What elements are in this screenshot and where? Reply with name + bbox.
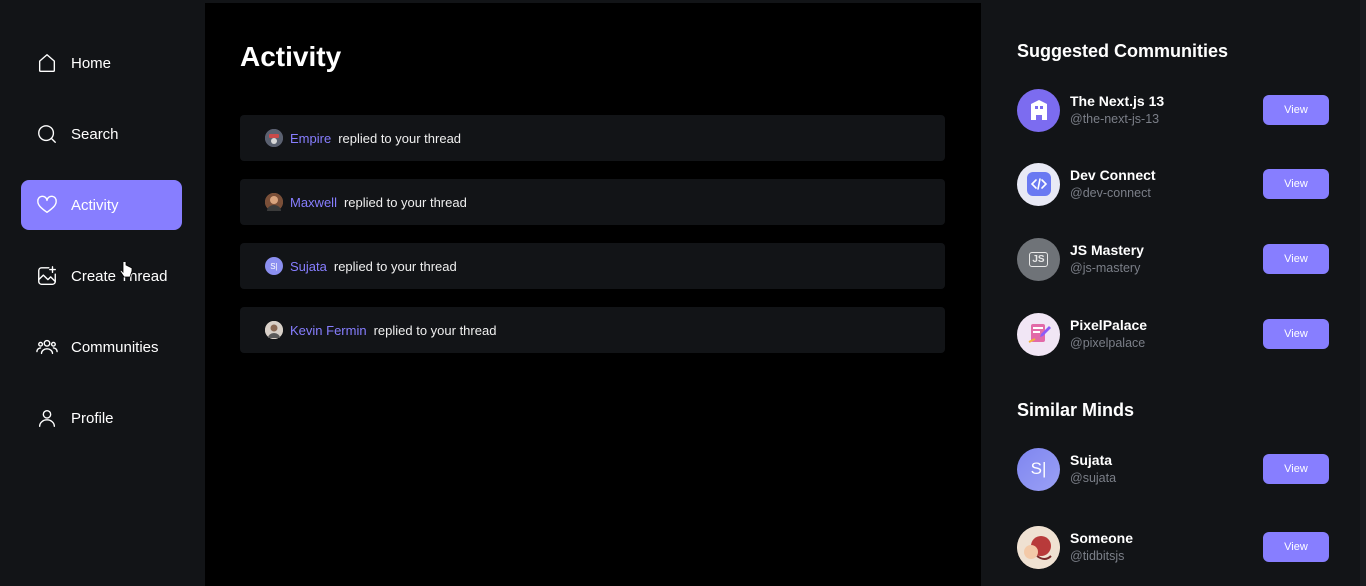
community-avatar-text: JS (1029, 251, 1048, 267)
avatar: S| (265, 257, 283, 275)
image-plus-icon (35, 264, 59, 288)
avatar (265, 129, 283, 147)
sidebar-item-search[interactable]: Search (21, 109, 182, 159)
community-name: JS Mastery (1070, 242, 1144, 258)
activity-item[interactable]: Maxwell replied to your thread (240, 179, 945, 225)
heart-icon (35, 193, 59, 217)
home-icon (35, 51, 59, 75)
community-card: Dev Connect @dev-connect View (1017, 162, 1329, 206)
view-button[interactable]: View (1263, 95, 1329, 125)
community-handle: @dev-connect (1070, 186, 1151, 200)
hand-cursor-icon (119, 262, 133, 278)
activity-author[interactable]: Maxwell (290, 195, 337, 210)
community-name: Dev Connect (1070, 167, 1156, 183)
community-handle: @the-next-js-13 (1070, 112, 1160, 126)
main-content: Activity Empire replied to your thread M… (205, 0, 981, 586)
community-card: JS JS Mastery @js-mastery View (1017, 237, 1329, 281)
sidebar-item-label: Activity (71, 196, 119, 214)
user-name: Someone (1070, 530, 1134, 546)
community-avatar (1017, 162, 1060, 206)
sidebar-item-communities[interactable]: Communities (21, 322, 182, 372)
activity-author[interactable]: Sujata (290, 259, 327, 274)
view-button[interactable]: View (1263, 532, 1329, 562)
scrollbar[interactable] (1360, 0, 1366, 586)
community-name: PixelPalace (1070, 317, 1148, 333)
view-button[interactable]: View (1263, 244, 1329, 274)
activity-item[interactable]: Empire replied to your thread (240, 115, 945, 161)
view-button[interactable]: View (1263, 319, 1329, 349)
view-button[interactable]: View (1263, 454, 1329, 484)
avatar (265, 321, 283, 339)
community-handle: @pixelpalace (1070, 336, 1146, 350)
community-name: The Next.js 13 (1070, 93, 1165, 109)
sidebar-item-activity[interactable]: Activity (21, 180, 182, 230)
avatar-initials: S| (1030, 459, 1047, 478)
right-sidebar: Suggested Communities The Next.js 13 @th… (981, 0, 1366, 586)
left-sidebar: Home Search Activity Create Thread Commu… (0, 0, 205, 586)
suggested-communities-title: Suggested Communities (1017, 41, 1229, 61)
activity-text: replied to your thread (343, 194, 467, 210)
community-avatar: JS (1017, 237, 1060, 281)
community-card: The Next.js 13 @the-next-js-13 View (1017, 88, 1329, 132)
similar-minds-title: Similar Minds (1017, 400, 1135, 420)
sidebar-item-label: Communities (71, 338, 159, 356)
sidebar-item-label: Home (71, 54, 112, 72)
activity-text: replied to your thread (333, 258, 457, 274)
user-icon (35, 406, 59, 430)
avatar: S| (1017, 447, 1060, 491)
sidebar-item-create-thread[interactable]: Create Thread (21, 251, 182, 301)
activity-author[interactable]: Kevin Fermin (290, 323, 367, 338)
page-title: Activity (240, 41, 342, 72)
activity-item[interactable]: Kevin Fermin replied to your thread (240, 307, 945, 353)
sidebar-item-label: Profile (71, 409, 114, 427)
activity-author[interactable]: Empire (290, 131, 331, 146)
activity-text: replied to your thread (373, 322, 497, 338)
view-button[interactable]: View (1263, 169, 1329, 199)
user-card: S| Sujata @sujata View (1017, 447, 1329, 491)
sidebar-item-home[interactable]: Home (21, 38, 182, 88)
user-card: Someone @tidbitsjs View (1017, 525, 1329, 569)
avatar (1017, 525, 1060, 569)
search-icon (35, 122, 59, 146)
users-icon (35, 335, 59, 359)
community-avatar (1017, 88, 1060, 132)
sidebar-item-profile[interactable]: Profile (21, 393, 182, 443)
avatar (265, 193, 283, 211)
avatar-initials: S| (270, 261, 278, 271)
sidebar-item-label: Search (71, 125, 119, 143)
activity-item[interactable]: S| Sujata replied to your thread (240, 243, 945, 289)
user-handle: @tidbitsjs (1070, 549, 1125, 563)
activity-text: replied to your thread (338, 130, 462, 146)
community-avatar (1017, 312, 1060, 356)
community-handle: @js-mastery (1070, 261, 1141, 275)
user-name: Sujata (1070, 452, 1113, 468)
user-handle: @sujata (1070, 471, 1117, 485)
community-card: PixelPalace @pixelpalace View (1017, 312, 1329, 356)
